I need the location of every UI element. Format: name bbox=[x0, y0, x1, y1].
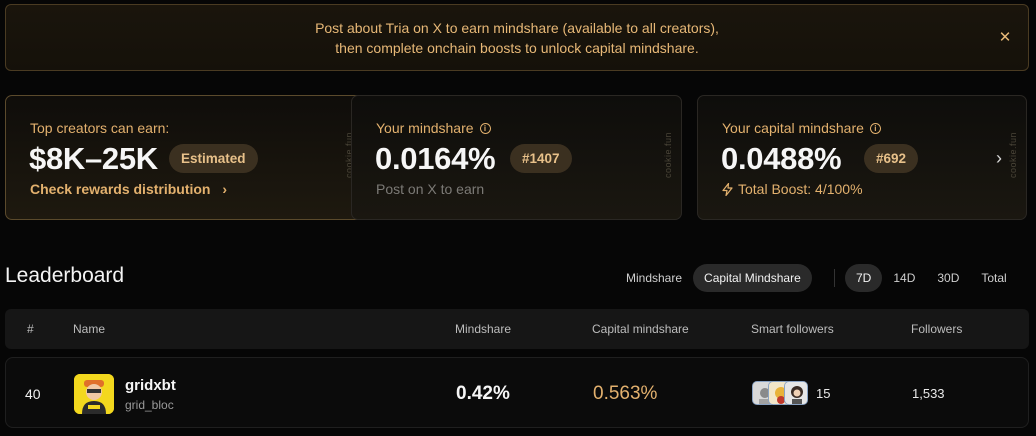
tab-total[interactable]: Total bbox=[970, 264, 1017, 292]
capital-value: 0.0488% bbox=[721, 141, 842, 176]
info-banner: Post about Tria on X to earn mindshare (… bbox=[5, 4, 1029, 71]
period-tabs: 7D 14D 30D Total bbox=[845, 264, 1018, 292]
earn-label: Top creators can earn: bbox=[30, 120, 170, 136]
tab-capital-mindshare[interactable]: Capital Mindshare bbox=[693, 264, 812, 292]
rewards-link[interactable]: Check rewards distribution › bbox=[30, 181, 227, 197]
mindshare-card: Your mindshare i 0.0164% #1407 Post on X… bbox=[351, 95, 682, 220]
col-rank: # bbox=[27, 322, 34, 336]
banner-line-2: then complete onchain boosts to unlock c… bbox=[335, 39, 699, 56]
rewards-link-label: Check rewards distribution bbox=[30, 181, 211, 197]
avatar bbox=[74, 374, 114, 414]
estimated-badge: Estimated bbox=[169, 144, 258, 173]
smart-followers-count: 15 bbox=[816, 385, 831, 401]
banner-text: Post about Tria on X to earn mindshare (… bbox=[315, 18, 719, 58]
close-icon[interactable]: ✕ bbox=[998, 30, 1012, 45]
metric-tabs: Mindshare Capital Mindshare bbox=[615, 264, 812, 292]
col-mindshare[interactable]: Mindshare bbox=[455, 322, 511, 336]
boost-info: Total Boost: 4/100% bbox=[722, 181, 863, 197]
row-capital-mindshare: 0.563% bbox=[593, 383, 658, 404]
mindshare-rank-badge: #1407 bbox=[510, 144, 572, 173]
cookie-watermark: cookie.fun bbox=[663, 132, 673, 179]
smart-followers[interactable]: 15 bbox=[752, 380, 830, 406]
col-capital-mindshare[interactable]: Capital mindshare bbox=[592, 322, 689, 336]
earn-value: $8K–25K bbox=[29, 141, 158, 176]
mindshare-value: 0.0164% bbox=[375, 141, 496, 176]
boost-text: Total Boost: 4/100% bbox=[738, 181, 863, 197]
row-followers: 1,533 bbox=[912, 386, 945, 401]
capital-mindshare-card[interactable]: Your capital mindshare i 0.0488% #692 To… bbox=[697, 95, 1027, 220]
user-handle: grid_bloc bbox=[125, 398, 174, 412]
tab-30d[interactable]: 30D bbox=[926, 264, 970, 292]
info-icon[interactable]: i bbox=[479, 122, 491, 134]
tab-14d[interactable]: 14D bbox=[882, 264, 926, 292]
tab-mindshare[interactable]: Mindshare bbox=[615, 264, 693, 292]
tab-7d[interactable]: 7D bbox=[845, 264, 883, 292]
table-header: # Name Mindshare Capital mindshare Smart… bbox=[5, 309, 1029, 349]
capital-rank-badge: #692 bbox=[864, 144, 919, 173]
tab-divider bbox=[834, 269, 835, 287]
mindshare-label-text: Your mindshare bbox=[376, 120, 474, 136]
banner-line-1: Post about Tria on X to earn mindshare (… bbox=[315, 19, 719, 36]
chevron-right-icon[interactable]: › bbox=[996, 148, 1002, 169]
follower-avatar bbox=[784, 381, 808, 405]
mindshare-sub: Post on X to earn bbox=[376, 181, 485, 197]
mindshare-label: Your mindshare i bbox=[376, 120, 491, 136]
col-name: Name bbox=[73, 322, 106, 336]
earn-card: Top creators can earn: $8K–25K Estimated… bbox=[5, 95, 363, 220]
capital-label-text: Your capital mindshare bbox=[722, 120, 864, 136]
user-name[interactable]: gridxbt bbox=[125, 377, 176, 394]
cookie-watermark: cookie.fun bbox=[1008, 132, 1018, 179]
col-smart-followers[interactable]: Smart followers bbox=[751, 322, 834, 336]
col-followers[interactable]: Followers bbox=[911, 322, 962, 336]
info-icon[interactable]: i bbox=[869, 122, 881, 134]
table-row[interactable]: 40 gridxbt grid_bloc 0.42% 0.563% 15 1,5… bbox=[5, 357, 1029, 428]
row-rank: 40 bbox=[25, 386, 41, 402]
leaderboard-title: Leaderboard bbox=[5, 264, 125, 287]
lightning-icon bbox=[722, 182, 733, 196]
capital-label: Your capital mindshare i bbox=[722, 120, 881, 136]
chevron-right-icon: › bbox=[222, 181, 228, 197]
row-mindshare: 0.42% bbox=[456, 383, 510, 404]
